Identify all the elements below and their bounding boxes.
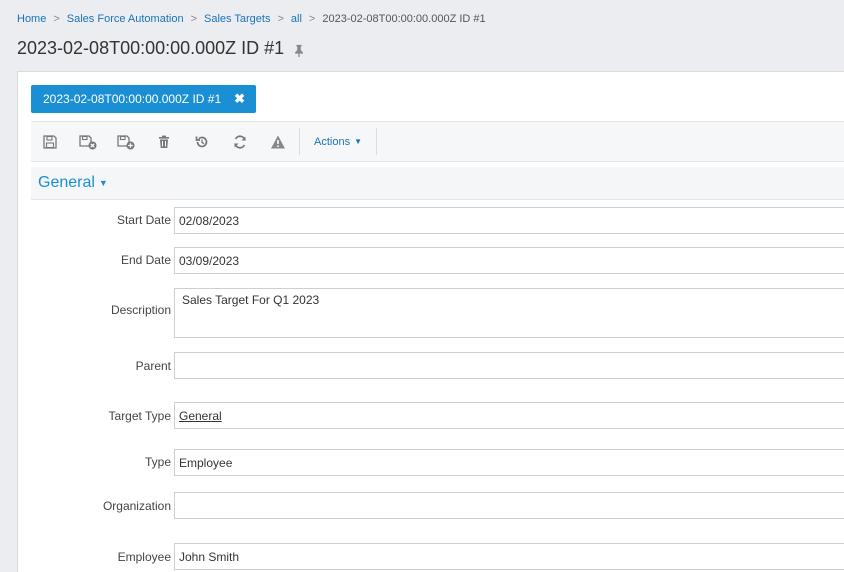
save-icon — [43, 134, 57, 149]
record-tab-label: 2023-02-08T00:00:00.000Z ID #1 — [43, 92, 222, 106]
close-icon[interactable]: ✖ — [234, 91, 245, 107]
section-header-general: General ▼ — [31, 167, 844, 200]
actions-dropdown[interactable]: Actions ▼ — [302, 122, 374, 161]
start-date-label: Start Date — [116, 213, 171, 227]
target-type-link[interactable]: General — [174, 402, 844, 429]
type-input[interactable]: Employee — [174, 449, 844, 476]
breadcrumb-current: 2023-02-08T00:00:00.000Z ID #1 — [322, 13, 486, 25]
actions-label: Actions — [314, 135, 351, 148]
save-new-icon — [117, 134, 135, 149]
delete-icon — [159, 135, 169, 148]
employee-input[interactable]: John Smith — [174, 543, 844, 570]
page-title-text: 2023-02-08T00:00:00.000Z ID #1 — [17, 38, 285, 58]
caret-down-icon: ▼ — [354, 137, 362, 146]
caret-down-icon: ▼ — [98, 178, 108, 188]
toolbar-divider — [299, 128, 300, 155]
warning-button[interactable] — [259, 122, 297, 161]
breadcrumb-separator: > — [308, 13, 316, 25]
target-type-label: Target Type — [108, 409, 171, 423]
save-new-button[interactable] — [107, 122, 145, 161]
end-date-label: End Date — [120, 253, 171, 267]
breadcrumb-separator: > — [190, 13, 198, 25]
warning-icon — [271, 135, 285, 148]
end-date-input[interactable]: 03/09/2023 — [174, 247, 844, 274]
breadcrumb-separator: > — [277, 13, 284, 25]
save-close-button[interactable] — [69, 122, 107, 161]
breadcrumb-sales-targets[interactable]: Sales Targets — [204, 13, 270, 25]
section-title: General — [38, 174, 95, 191]
breadcrumb-all[interactable]: all — [291, 13, 302, 25]
pin-icon[interactable] — [292, 42, 306, 57]
parent-label: Parent — [135, 359, 171, 373]
page-title: 2023-02-08T00:00:00.000Z ID #1 — [17, 38, 306, 59]
record-tab[interactable]: 2023-02-08T00:00:00.000Z ID #1 ✖ — [31, 85, 257, 113]
breadcrumb-home[interactable]: Home — [17, 13, 46, 25]
toolbar-divider — [376, 128, 377, 155]
start-date-input[interactable]: 02/08/2023 — [174, 207, 844, 234]
refresh-button[interactable] — [221, 122, 259, 161]
undo-button[interactable] — [183, 122, 221, 161]
undo-icon — [195, 136, 208, 147]
breadcrumb-sales-force-automation[interactable]: Sales Force Automation — [67, 13, 184, 25]
employee-label: Employee — [117, 550, 171, 564]
parent-input[interactable] — [174, 352, 844, 379]
organization-label: Organization — [102, 499, 171, 513]
section-toggle-general[interactable]: General ▼ — [38, 174, 108, 192]
delete-button[interactable] — [145, 122, 183, 161]
save-button[interactable] — [31, 122, 69, 161]
record-panel: 2023-02-08T00:00:00.000Z ID #1 ✖ Actions… — [17, 71, 844, 572]
description-label: Description — [110, 303, 171, 317]
organization-input[interactable] — [174, 492, 844, 519]
breadcrumb: Home > Sales Force Automation > Sales Ta… — [17, 13, 486, 25]
type-label: Type — [144, 455, 171, 469]
description-textarea[interactable]: Sales Target For Q1 2023 — [174, 288, 844, 338]
save-close-icon — [79, 134, 97, 149]
breadcrumb-separator: > — [53, 13, 60, 25]
toolbar: Actions ▼ — [31, 121, 844, 162]
refresh-icon — [234, 134, 246, 149]
